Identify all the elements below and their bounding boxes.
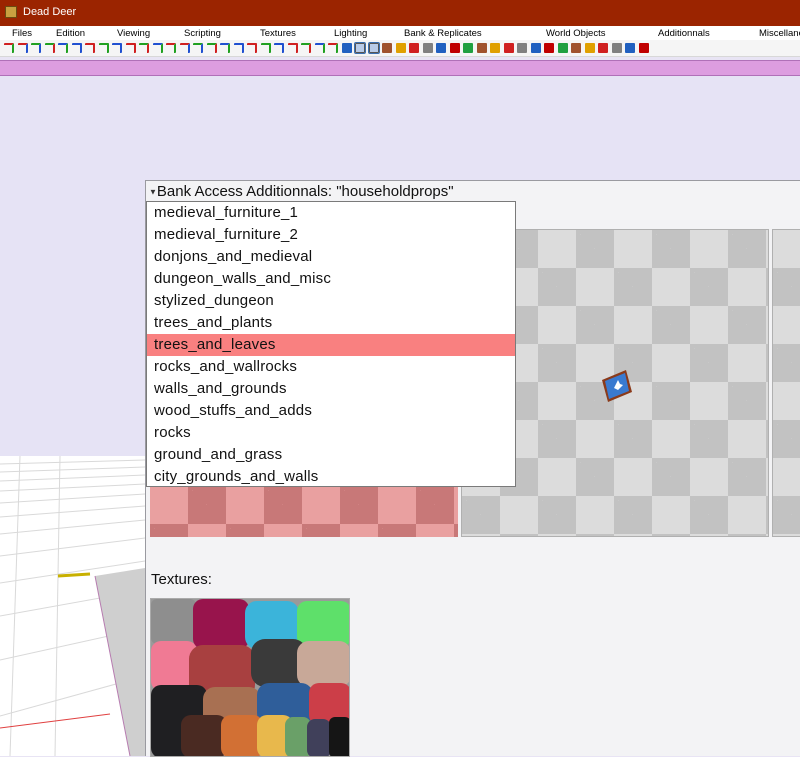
menu-bar: Files Edition Viewing Scripting Textures… <box>0 26 800 40</box>
box-icon[interactable] <box>463 43 473 53</box>
arrow-icon[interactable] <box>193 43 203 53</box>
box-icon[interactable] <box>544 43 554 53</box>
arrow-icon[interactable] <box>71 43 82 53</box>
app-icon <box>5 6 17 18</box>
box-icon[interactable] <box>395 43 406 53</box>
menu-additionnals[interactable]: Additionnals <box>658 28 710 39</box>
arrow-icon[interactable] <box>233 43 244 53</box>
object-preview-icon <box>602 370 632 402</box>
menu-bank-replicates[interactable]: Bank & Replicates <box>404 28 482 39</box>
arrow-icon[interactable] <box>220 43 230 53</box>
arrow-icon[interactable] <box>247 43 257 53</box>
menu-scripting[interactable]: Scripting <box>184 28 221 39</box>
box-icon[interactable] <box>517 43 527 53</box>
select-icon[interactable] <box>341 43 352 53</box>
arrow-icon[interactable] <box>139 43 149 53</box>
dropdown-item[interactable]: donjons_and_medieval <box>147 246 515 268</box>
dropdown-item[interactable]: rocks_and_wallrocks <box>147 356 515 378</box>
title-bar: Dead Deer <box>0 0 800 26</box>
textures-label: Textures: <box>151 571 212 588</box>
menu-files[interactable]: Files <box>12 28 32 39</box>
dropdown-item[interactable]: stylized_dungeon <box>147 290 515 312</box>
box-icon[interactable] <box>571 43 581 53</box>
arrow-icon[interactable] <box>44 43 55 53</box>
arrow-icon[interactable] <box>98 43 109 53</box>
dropdown-item[interactable]: ground_and_grass <box>147 444 515 466</box>
panel-title: Bank Access Additionnals: "householdprop… <box>156 183 454 200</box>
box-icon[interactable] <box>382 43 392 53</box>
arrow-icon[interactable] <box>166 43 176 53</box>
arrow-icon[interactable] <box>206 43 217 53</box>
arrow-icon[interactable] <box>31 43 41 53</box>
box-icon[interactable] <box>436 43 446 53</box>
box-icon[interactable] <box>476 43 487 53</box>
select-icon[interactable] <box>354 42 366 54</box>
arrow-icon[interactable] <box>287 43 298 53</box>
menu-miscellaneous[interactable]: Miscellaneous <box>759 28 800 39</box>
texture-swatch-image <box>151 599 349 756</box>
collapse-arrow-icon[interactable]: ▼ <box>149 188 157 197</box>
menu-world-objects[interactable]: World Objects <box>546 28 605 39</box>
box-icon[interactable] <box>530 43 541 53</box>
arrow-icon[interactable] <box>85 43 95 53</box>
menu-edition[interactable]: Edition <box>56 28 85 39</box>
box-icon[interactable] <box>449 43 460 53</box>
object-thumbnail[interactable] <box>772 229 800 537</box>
dropdown-item[interactable]: dungeon_walls_and_misc <box>147 268 515 290</box>
box-icon[interactable] <box>638 43 649 53</box>
bank-category-dropdown[interactable]: medieval_furniture_1 medieval_furniture_… <box>146 201 516 487</box>
arrow-icon[interactable] <box>260 43 271 53</box>
box-icon[interactable] <box>557 43 568 53</box>
dropdown-item[interactable]: medieval_furniture_2 <box>147 224 515 246</box>
arrow-icon[interactable] <box>125 43 136 53</box>
status-strip <box>0 60 800 76</box>
arrow-icon[interactable] <box>328 43 338 53</box>
box-icon[interactable] <box>422 43 433 53</box>
menu-textures[interactable]: Textures <box>260 28 296 39</box>
box-icon[interactable] <box>625 43 635 53</box>
window-title: Dead Deer <box>23 6 77 18</box>
dropdown-item[interactable]: wood_stuffs_and_adds <box>147 400 515 422</box>
arrow-icon[interactable] <box>58 43 68 53</box>
box-icon[interactable] <box>409 43 419 53</box>
box-icon[interactable] <box>490 43 500 53</box>
object-thumbnail[interactable] <box>150 486 458 537</box>
box-icon[interactable] <box>598 43 608 53</box>
dropdown-item[interactable]: rocks <box>147 422 515 444</box>
panel-header[interactable]: ▼Bank Access Additionnals: "householdpro… <box>149 183 454 200</box>
arrow-icon[interactable] <box>152 43 163 53</box>
arrow-icon[interactable] <box>314 43 325 53</box>
dropdown-item[interactable]: city_grounds_and_walls <box>147 466 515 488</box>
toolbar <box>0 40 800 57</box>
menu-viewing[interactable]: Viewing <box>117 28 150 39</box>
box-icon[interactable] <box>367 42 380 54</box>
box-icon[interactable] <box>503 43 514 53</box>
arrow-icon[interactable] <box>274 43 284 53</box>
arrow-icon[interactable] <box>4 43 14 53</box>
dropdown-item[interactable]: walls_and_grounds <box>147 378 515 400</box>
dropdown-item[interactable]: medieval_furniture_1 <box>147 202 515 224</box>
dropdown-item[interactable]: trees_and_plants <box>147 312 515 334</box>
arrow-icon[interactable] <box>17 43 28 53</box>
menu-lighting[interactable]: Lighting <box>334 28 367 39</box>
arrow-icon[interactable] <box>301 43 311 53</box>
arrow-icon[interactable] <box>112 43 122 53</box>
box-icon[interactable] <box>611 43 622 53</box>
dropdown-item-highlighted[interactable]: trees_and_leaves <box>147 334 515 356</box>
arrow-icon[interactable] <box>179 43 190 53</box>
box-icon[interactable] <box>584 43 595 53</box>
texture-thumbnail[interactable] <box>150 598 350 757</box>
